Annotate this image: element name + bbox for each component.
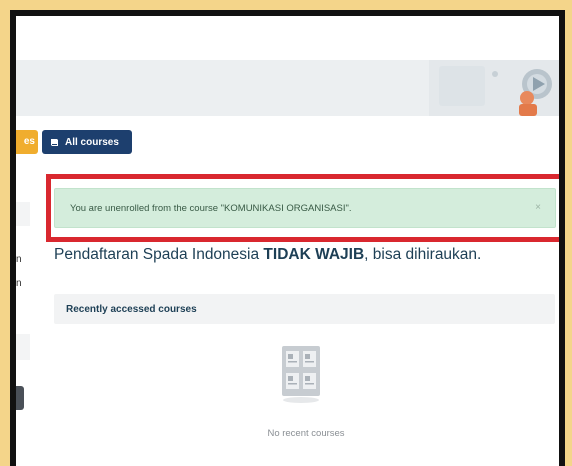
sidebar-button[interactable] [16,386,24,410]
screenshot-frame: es All courses n n You are unenrolled fr… [10,10,565,466]
recent-courses-header: Recently accessed courses [54,294,555,324]
header-illustration [429,60,559,116]
book-icon [50,138,59,147]
empty-courses-text: No recent courses [267,428,345,439]
notice-suffix: , bisa dihiraukan. [364,246,482,263]
sidebar-text: n [16,278,22,289]
sidebar-text: n [16,254,22,265]
all-courses-button[interactable]: All courses [42,130,132,154]
partial-course-button[interactable]: es [16,130,38,154]
notice-emphasis: TIDAK WAJIB [263,246,365,263]
all-courses-label: All courses [65,136,119,148]
spada-notice: Pendaftaran Spada Indonesia TIDAK WAJIB,… [54,246,554,264]
notice-prefix: Pendaftaran Spada Indonesia [54,246,264,263]
alert-message: You are unenrolled from the course "KOMU… [70,202,352,214]
sidebar-block [16,202,30,226]
unenroll-alert: You are unenrolled from the course "KOMU… [54,188,556,228]
empty-courses-icon [278,344,324,404]
page-header-banner [16,60,559,116]
sidebar-block [16,334,30,360]
partial-course-button-label: es [23,136,35,147]
page: es All courses n n You are unenrolled fr… [16,16,559,466]
close-icon[interactable]: × [535,202,541,213]
recent-courses-title: Recently accessed courses [66,303,197,315]
